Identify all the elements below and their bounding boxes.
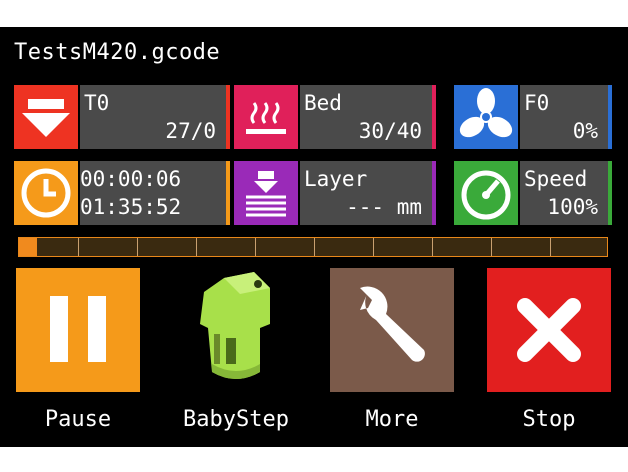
f0-accent: [608, 85, 612, 149]
f0-value: 0%: [572, 119, 598, 143]
progress-fill: [19, 238, 37, 256]
print-progress-bar: [18, 237, 608, 257]
t0-value: 27/0: [165, 119, 216, 143]
babystep-button[interactable]: [174, 268, 298, 392]
bed-label: Bed: [304, 91, 342, 115]
speed-label: Speed: [524, 167, 588, 191]
pause-icon: [50, 296, 106, 362]
wrench-icon: [360, 286, 425, 362]
t0-info: T0 27/0: [80, 85, 226, 149]
bed-accent: [432, 85, 436, 149]
remaining-time: 01:35:52: [80, 195, 182, 219]
tile-speed[interactable]: Speed 100%: [454, 161, 612, 225]
bed-value: 30/40: [358, 119, 422, 143]
speed-value: 100%: [547, 195, 598, 219]
t0-accent: [226, 85, 230, 149]
more-label: More: [365, 407, 419, 432]
file-name: TestsM420.gcode: [14, 40, 221, 65]
layer-value: --- mm: [346, 195, 422, 219]
layer-label: Layer: [304, 167, 368, 191]
elapsed-time: 00:00:06: [80, 167, 182, 191]
fan-icon: [454, 85, 518, 149]
babystep-label: BabyStep: [183, 407, 289, 432]
layer-accent: [432, 161, 436, 225]
more-button[interactable]: [330, 268, 454, 392]
f0-info: F0 0%: [520, 85, 608, 149]
tile-time: 00:00:06 01:35:52: [14, 161, 230, 225]
time-accent: [226, 161, 230, 225]
f0-label: F0: [524, 91, 550, 115]
tile-t0[interactable]: T0 27/0: [14, 85, 230, 149]
speed-info: Speed 100%: [520, 161, 608, 225]
pause-button[interactable]: [16, 268, 140, 392]
clock-icon: [14, 161, 78, 225]
stop-label: Stop: [522, 407, 576, 432]
speed-accent: [608, 161, 612, 225]
layer-info: Layer --- mm: [300, 161, 432, 225]
close-icon: [517, 298, 581, 362]
babystep-part-icon: [200, 272, 270, 379]
bed-info: Bed 30/40: [300, 85, 432, 149]
t0-label: T0: [84, 91, 110, 115]
tile-f0[interactable]: F0 0%: [454, 85, 612, 149]
tile-layer: Layer --- mm: [234, 161, 436, 225]
speedometer-icon: [454, 161, 518, 225]
extruder-icon: [14, 85, 78, 149]
heated-bed-icon: [234, 85, 298, 149]
pause-label: Pause: [44, 407, 112, 432]
time-info: 00:00:06 01:35:52: [80, 161, 226, 225]
tile-bed[interactable]: Bed 30/40: [234, 85, 436, 149]
stop-button[interactable]: [487, 268, 611, 392]
layer-icon: [234, 161, 298, 225]
printer-screen: TestsM420.gcode T0 27/0 Bed 30/40 F0 0% …: [0, 27, 628, 447]
